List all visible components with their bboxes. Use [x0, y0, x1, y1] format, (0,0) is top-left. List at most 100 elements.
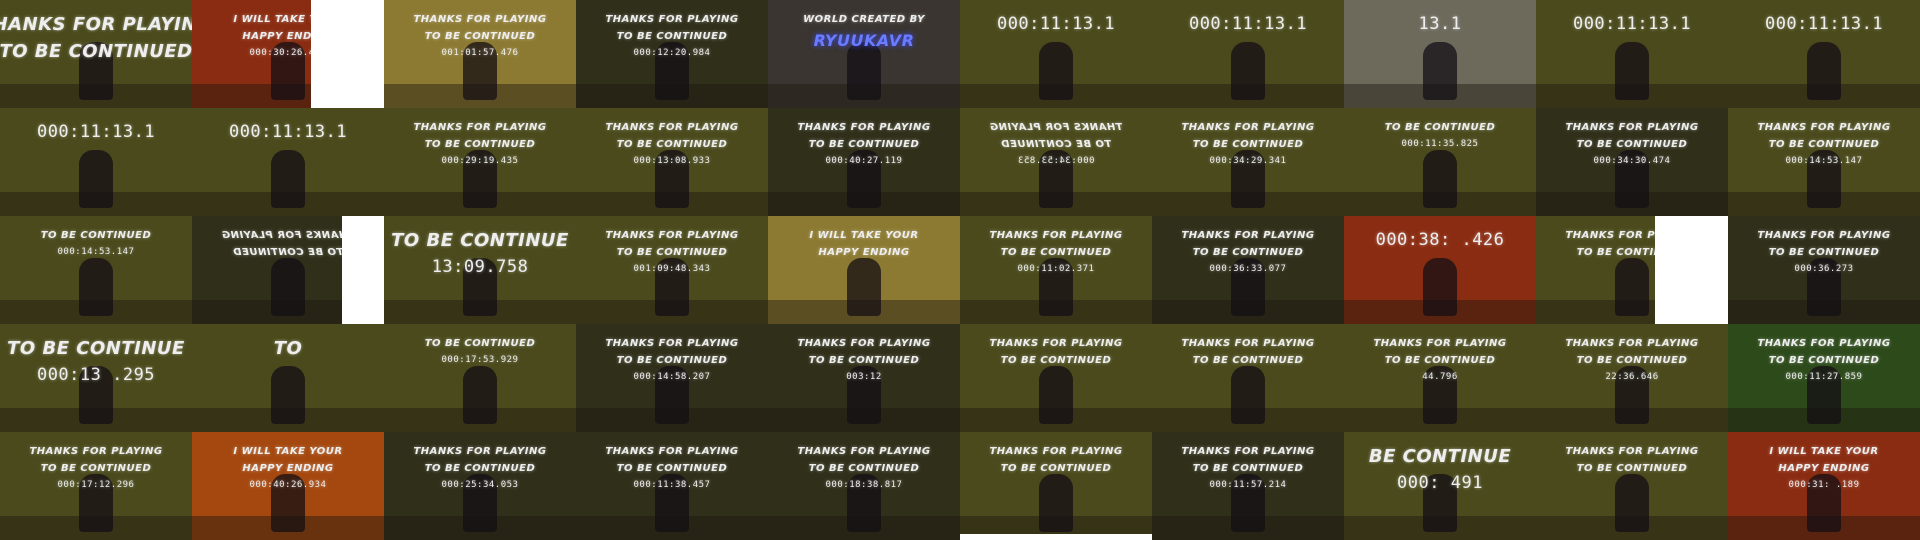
screenshot-thumbnail[interactable]: THANKS FOR PLAYING TO BE CONTINUED 000:14:… [1728, 108, 1920, 216]
completion-timer: 44.796 [1422, 372, 1458, 382]
screenshot-thumbnail[interactable]: WORLD CREATED BY RYUUKAVR [768, 0, 960, 108]
screenshot-thumbnail[interactable]: THANKS FOR PLAYING TO BE CONTINUED 001:09:… [576, 216, 768, 324]
world-author-name: RYUUKAVR [813, 31, 915, 50]
screenshot-thumbnail[interactable]: BE CONTINUE 000: 491 [1344, 432, 1536, 540]
screenshot-thumbnail[interactable]: TO [192, 324, 384, 432]
completion-timer: 000:25:34.053 [441, 480, 519, 490]
end-screen-line: TO BE CONTINUED [1576, 463, 1688, 474]
player-avatar [271, 150, 305, 208]
end-screen-line: TO BE CONTINUE [391, 230, 569, 251]
completion-timer: 003:12 [846, 372, 882, 382]
screenshot-thumbnail[interactable]: THANKS FOR PLAYING TO BE CONTINUED 000:11:… [1728, 324, 1920, 432]
completion-timer: 000:14:53.147 [57, 247, 135, 257]
screenshot-thumbnail[interactable]: THANKS FOR PLAYING TO BE CONTINUED 44.796 [1344, 324, 1536, 432]
screenshot-thumbnail[interactable]: THANKS FOR PLAYING TO BE CONTINUED 000:34:… [960, 108, 1152, 216]
end-screen-line: TO BE CONTINUED [1768, 139, 1880, 150]
screenshot-thumbnail[interactable]: THANKS FOR PLAYING TO BE CONTINUED 000:34:… [1536, 108, 1728, 216]
screenshot-thumbnail[interactable]: THANKS FOR PLAYING TO BE CONTINUED 000:25:… [384, 432, 576, 540]
completion-timer: 000:31: .189 [1788, 480, 1860, 490]
end-screen-line: TO BE CONTINUED [1000, 247, 1112, 258]
end-screen-text: THANKS FOR PLAYING TO BE CONTINUED 000:14:… [576, 338, 768, 382]
end-screen-line: THANKS FOR PLAYING [989, 122, 1123, 133]
end-screen-line: THANKS FOR PLAYING [1181, 446, 1315, 457]
screenshot-thumbnail[interactable]: I WILL TAKE YOUR HAPPY ENDING 000:40:26.93… [192, 432, 384, 540]
screenshot-thumbnail[interactable]: TO BE CONTINUE 13:09.758 [384, 216, 576, 324]
screenshot-thumbnail[interactable]: THANKS FOR PLAYING TO BE CONTINUED 22:36.6… [1536, 324, 1728, 432]
end-screen-line: TO BE CONTINUED [40, 230, 152, 241]
end-screen-line: TO BE CONTINUED [232, 247, 344, 258]
screenshot-thumbnail[interactable]: THANKS FOR PLAYING TO BE CONTINUED 000:40:… [768, 108, 960, 216]
end-screen-text: THANKS FOR PLAYING TO BE CONTINUED 000:11:… [1728, 338, 1920, 382]
end-screen-line: THANKS FOR PLAYING [29, 446, 163, 457]
screenshot-thumbnail[interactable]: THANKS FOR PLAYING TO BE CONTINUED 000:36:… [1152, 216, 1344, 324]
screenshot-thumbnail[interactable]: THANKS FOR PLAYING TO BE CONTINUED 000:11:… [576, 432, 768, 540]
screenshot-thumbnail[interactable]: THANKS FOR PLAYING TO BE CONTINUED 003:12 [768, 324, 960, 432]
screenshot-thumbnail[interactable]: 000:38: .426 [1344, 216, 1536, 324]
screenshot-thumbnail[interactable]: THANKS FOR PLAYINGTO BE CONTINUED [960, 432, 1152, 540]
screenshot-thumbnail[interactable]: 000:11:13.1 [1536, 0, 1728, 108]
end-screen-text: THANKS FOR PLAYING TO BE CONTINUED 000:17:… [0, 446, 192, 490]
screenshot-thumbnail[interactable]: I WILL TAKE YOUR HAPPY ENDING 000:30:26.40… [192, 0, 384, 108]
screenshot-thumbnail[interactable]: THANKS FOR PLAYING TO BE CONTINUED 000:18:… [768, 432, 960, 540]
end-screen-line: TO BE CONTINUED [424, 463, 536, 474]
screenshot-thumbnail[interactable]: THANKS FOR PLAYING TO BE CONTINUED 000:12:… [576, 0, 768, 108]
end-screen-text: THANKS FOR PLAYING TO BE CONTINUED 003:12 [768, 338, 960, 382]
end-screen-line: TO BE CONTINUED [616, 355, 728, 366]
completion-timer: 000:11:13.1 [228, 122, 348, 142]
screenshot-thumbnail[interactable]: THANKS FOR PLAYING TO BE CONTINUED 000:34:… [1152, 108, 1344, 216]
end-screen-line: I WILL TAKE YOUR [233, 446, 343, 457]
end-screen-text: THANKS FOR PLAYING TO BE CONTINUED 000:11:… [576, 446, 768, 490]
completion-timer: 000:12:20.984 [633, 48, 711, 58]
completion-timer: 000:36.273 [1794, 264, 1854, 274]
completion-timer: 000:34:29.341 [1209, 156, 1287, 166]
end-screen-text: 000:11:13.1 [1728, 14, 1920, 34]
screenshot-thumbnail[interactable]: THANKS FOR PLAYING TO BE CONTINUED 001:01:… [384, 0, 576, 108]
screenshot-thumbnail[interactable]: TO BE CONTINUED 000:11:35.825 [1344, 108, 1536, 216]
screenshot-thumbnail[interactable]: 000:11:13.1 [1728, 0, 1920, 108]
player-avatar [1423, 150, 1457, 208]
screenshot-thumbnail[interactable]: TO BE CONTINUE 000:13 .295 [0, 324, 192, 432]
screenshot-thumbnail[interactable]: THANKS FOR PLAYING TO BE CONTINUED 000:11:… [1152, 432, 1344, 540]
end-screen-line: THANKS FOR PLAYING [1181, 230, 1315, 241]
end-screen-line: TO BE CONTINUED [0, 41, 192, 62]
screenshot-thumbnail[interactable]: 000:11:13.1 [0, 108, 192, 216]
completion-timer: 000:40:26.934 [249, 480, 327, 490]
end-screen-text: THANKS FOR PLAYING TO BE CONTINUED 000:34:… [960, 122, 1152, 166]
end-screen-line: THANKS FOR PLAYING [1565, 122, 1699, 133]
screenshot-thumbnail[interactable]: THANKS FOR PLAYINGTO BE CONTINUED [192, 216, 384, 324]
screenshot-thumbnail[interactable]: 000:11:13.1 [960, 0, 1152, 108]
completion-timer: 000:11:02.371 [1017, 264, 1095, 274]
end-screen-text: THANKS FOR PLAYING TO BE CONTINUED 001:01:… [384, 14, 576, 58]
screenshot-thumbnail[interactable]: THANKS FOR PLAYINGTO BE CONTINUED [1536, 432, 1728, 540]
player-avatar [1807, 42, 1841, 100]
screenshot-thumbnail[interactable]: THANKS FOR PLAYING TO BE CONTINUED 000:14:… [576, 324, 768, 432]
end-screen-text: THANKS FOR PLAYING TO BE CONTINUED [960, 338, 1152, 366]
screenshot-thumbnail[interactable]: I WILL TAKE YOUR HAPPY ENDING 000:31: .189 [1728, 432, 1920, 540]
screenshot-thumbnail[interactable]: THANKS FOR PLAYING TO BE CONTINUED 000:13:… [576, 108, 768, 216]
completion-timer: 001:09:48.343 [633, 264, 711, 274]
screenshot-thumbnail[interactable]: 000:11:13.1 [192, 108, 384, 216]
screenshot-thumbnail[interactable]: I WILL TAKE YOUR HAPPY ENDING [768, 216, 960, 324]
end-screen-line: TO BE CONTINUED [808, 355, 920, 366]
screenshot-thumbnail[interactable]: TO BE CONTINUED 000:17:53.929 [384, 324, 576, 432]
completion-timer: 000:38: .426 [1375, 230, 1505, 250]
player-avatar [463, 366, 497, 424]
screenshot-thumbnail[interactable]: THANKS FOR PLAYING TO BE CONTINUED 000:11:… [960, 216, 1152, 324]
screenshot-thumbnail[interactable]: THANKS FOR PLAYINGTO BE CONTINUED [1536, 216, 1728, 324]
end-screen-text: THANKS FOR PLAYING TO BE CONTINUED 000:13:… [576, 122, 768, 166]
screenshot-thumbnail[interactable]: THANKS FOR PLAYING TO BE CONTINUED 000:36.… [1728, 216, 1920, 324]
end-screen-line: TO BE CONTINUED [424, 338, 536, 349]
end-screen-line: THANKS FOR PLAYING [1373, 338, 1507, 349]
screenshot-thumbnail[interactable]: THANKS FOR PLAYING TO BE CONTINUED 000:17:… [0, 432, 192, 540]
end-screen-text: TO [192, 338, 384, 359]
player-avatar [1615, 474, 1649, 532]
screenshot-thumbnail[interactable]: 000:11:13.1 [1152, 0, 1344, 108]
player-avatar [1231, 366, 1265, 424]
screenshot-thumbnail[interactable]: THANKS FOR PLAYINGTO BE CONTINUED [1152, 324, 1344, 432]
screenshot-thumbnail[interactable]: 13.1 [1344, 0, 1536, 108]
end-screen-line: THANKS FOR PLAYING [1181, 338, 1315, 349]
screenshot-thumbnail[interactable]: THANKS FOR PLAYING TO BE CONTINUED 000:29:… [384, 108, 576, 216]
screenshot-thumbnail[interactable]: THANKS FOR PLAYINGTO BE CONTINUED [960, 324, 1152, 432]
screenshot-thumbnail[interactable]: TO BE CONTINUED 000:14:53.147 [0, 216, 192, 324]
screenshot-thumbnail[interactable]: THANKS FOR PLAYINGTO BE CONTINUED [0, 0, 192, 108]
